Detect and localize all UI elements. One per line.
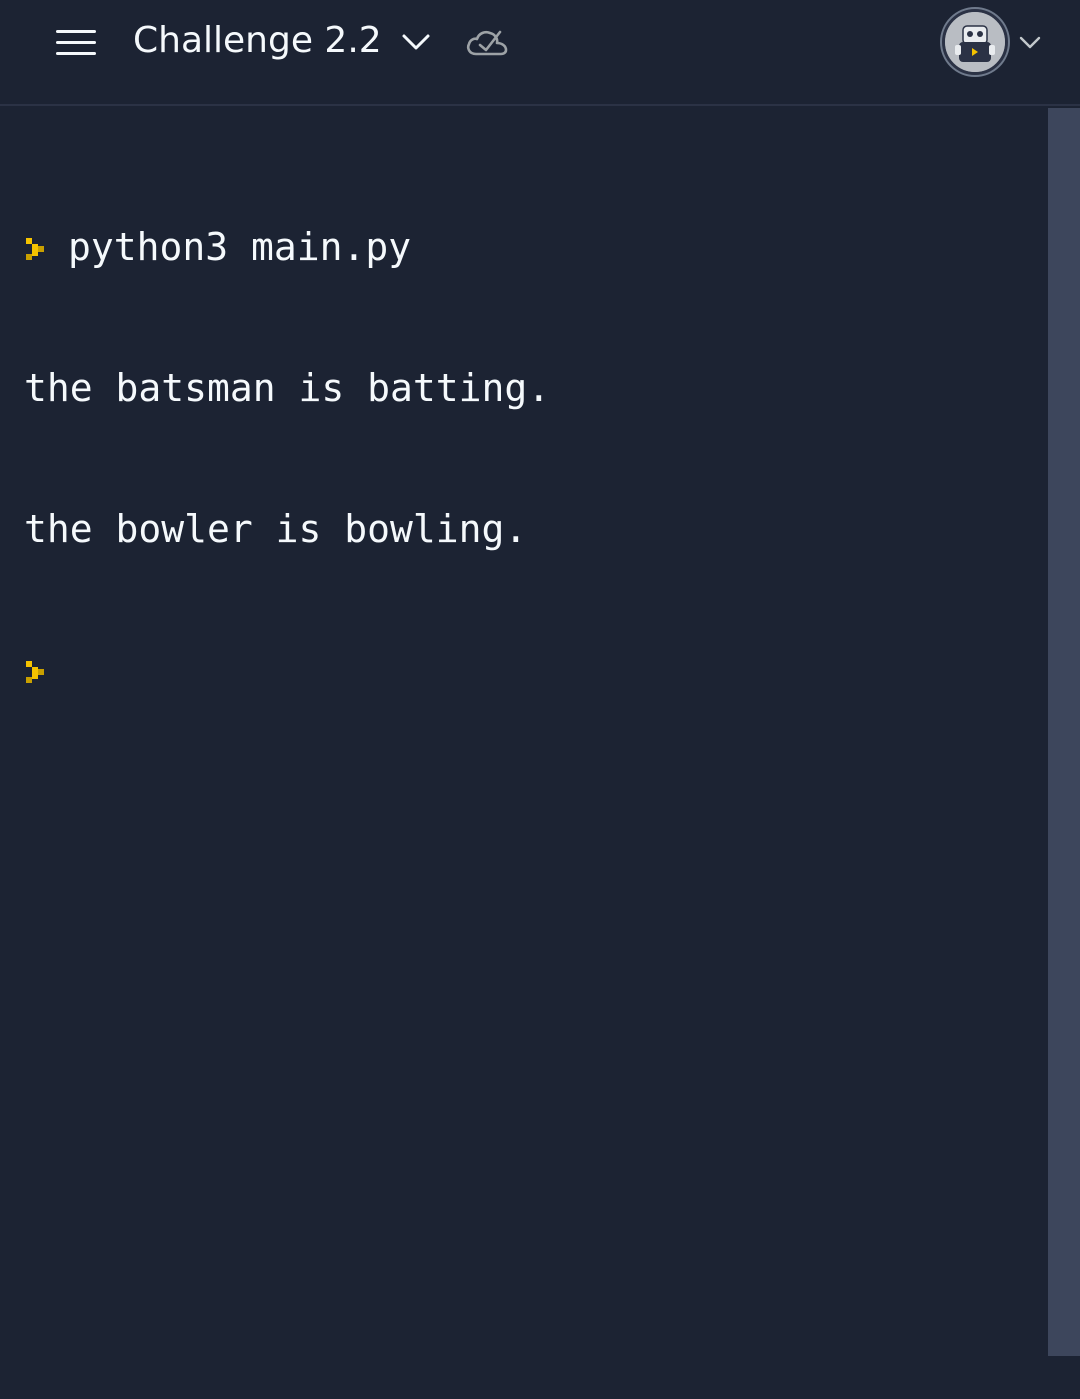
- bottom-strip: [0, 1356, 1080, 1399]
- hamburger-menu-icon[interactable]: [50, 20, 104, 64]
- avatar[interactable]: [942, 9, 1008, 75]
- prompt-chevron-icon: [26, 661, 44, 683]
- input-prompt[interactable]: [24, 647, 550, 694]
- page-title[interactable]: Challenge 2.2: [133, 18, 382, 64]
- output-line: the batsman is batting.: [24, 366, 551, 410]
- prompt-chevron-icon: [26, 238, 44, 260]
- command-line: python3 main.py: [24, 224, 550, 271]
- command-text: python3 main.py: [68, 225, 412, 269]
- chevron-down-icon[interactable]: [398, 24, 434, 60]
- output-line: the bowler is bowling.: [24, 507, 528, 551]
- robot-avatar-icon: [945, 12, 1005, 72]
- cloud-check-icon[interactable]: [464, 22, 510, 62]
- top-bar: Challenge 2.2: [0, 0, 1080, 106]
- chevron-down-icon[interactable]: [1016, 30, 1044, 54]
- scrollbar[interactable]: [1048, 108, 1080, 1356]
- console-output[interactable]: python3 main.py the batsman is batting. …: [0, 108, 1048, 1356]
